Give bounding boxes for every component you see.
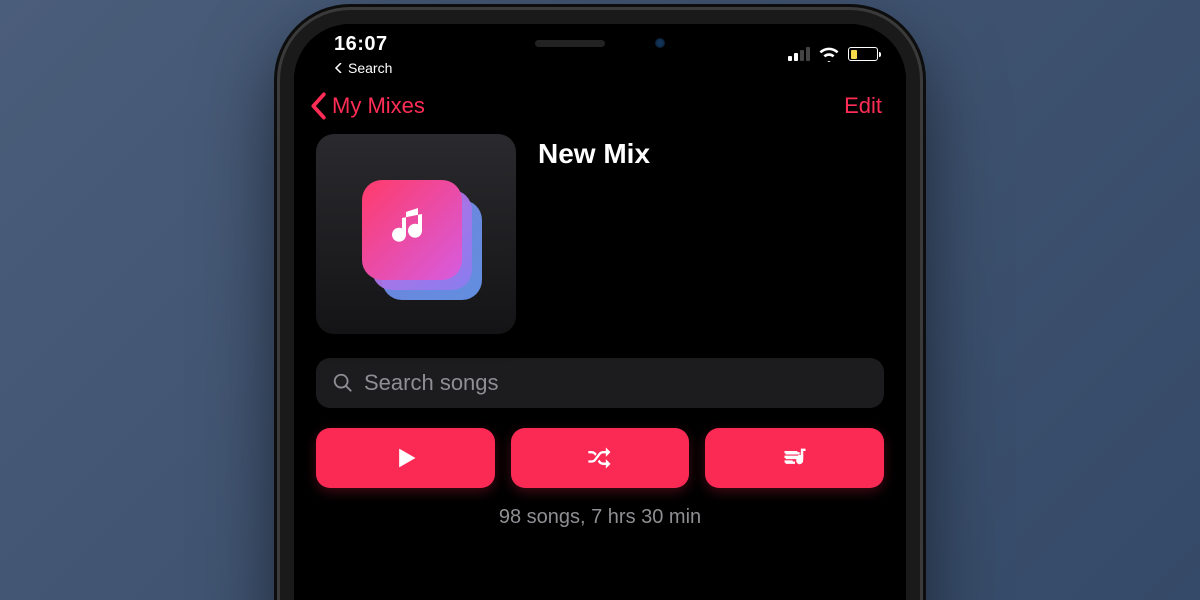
status-time: 16:07: [334, 33, 388, 56]
shuffle-button[interactable]: [511, 428, 690, 488]
mix-header: New Mix: [316, 134, 884, 334]
search-input[interactable]: [364, 370, 868, 396]
chevron-left-icon: [308, 92, 328, 120]
screen: 16:07 Search: [294, 24, 906, 600]
battery-icon: [848, 47, 878, 61]
mix-title: New Mix: [538, 134, 650, 170]
back-button[interactable]: My Mixes: [308, 92, 425, 120]
action-row: [316, 428, 884, 488]
queue-button[interactable]: [705, 428, 884, 488]
music-note-icon: [388, 206, 436, 254]
breadcrumb-label: Search: [348, 60, 392, 76]
shuffle-icon: [586, 444, 614, 472]
nav-bar: My Mixes Edit: [294, 70, 906, 134]
phone-frame: 16:07 Search: [280, 10, 920, 600]
search-songs-field[interactable]: [316, 358, 884, 408]
mix-summary: 98 songs, 7 hrs 30 min: [316, 506, 884, 529]
notch: [470, 24, 730, 62]
cellular-signal-icon: [788, 47, 810, 61]
edit-button[interactable]: Edit: [844, 93, 882, 119]
mix-artwork[interactable]: [316, 134, 516, 334]
front-camera: [655, 38, 665, 48]
search-icon: [332, 372, 354, 394]
wifi-icon: [818, 46, 840, 62]
chevron-left-icon: [334, 63, 344, 73]
play-button[interactable]: [316, 428, 495, 488]
playlist-icon: [781, 444, 809, 472]
play-icon: [391, 444, 419, 472]
back-label: My Mixes: [332, 93, 425, 119]
breadcrumb-back[interactable]: Search: [334, 60, 392, 76]
speaker-grille: [535, 40, 605, 47]
